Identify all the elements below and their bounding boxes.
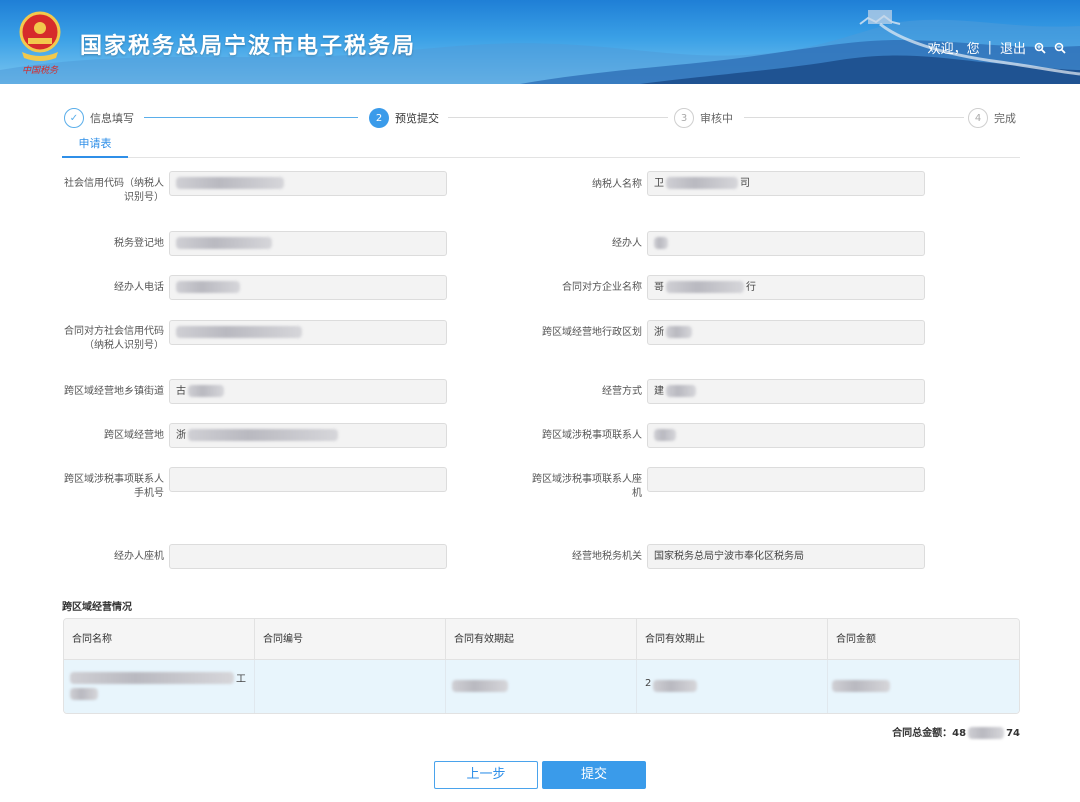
handler-label: 经办人 bbox=[612, 238, 642, 249]
tax-office-field[interactable]: 国家税务总局宁波市奉化区税务局 bbox=[647, 544, 925, 569]
tax-contact-landline-field[interactable] bbox=[647, 467, 925, 492]
col-contract-amount: 合同金额 bbox=[836, 634, 876, 645]
counterparty-name-prefix: 哥 bbox=[654, 282, 664, 293]
taxpayer-name-prefix: 卫 bbox=[654, 178, 664, 189]
handler-landline-field[interactable] bbox=[169, 544, 447, 569]
business-mode-field[interactable]: 建 bbox=[647, 379, 925, 404]
contracts-table: 合同名称 合同编号 合同有效期起 合同有效期止 合同金额 工 2 bbox=[63, 618, 1020, 714]
site-title: 国家税务总局宁波市电子税务局 bbox=[80, 34, 417, 59]
step-1-label: 信息填写 bbox=[90, 112, 134, 125]
credit-code-label: 社会信用代码（纳税人识别号） bbox=[64, 178, 164, 203]
tax-contact-mobile-label: 跨区域涉税事项联系人手机号 bbox=[64, 474, 164, 499]
handler-phone-label: 经办人电话 bbox=[114, 282, 164, 293]
tax-contact-mobile-field[interactable] bbox=[169, 467, 447, 492]
handler-landline-label: 经办人座机 bbox=[114, 551, 164, 562]
progress-steps: ✓ 信息填写 2 预览提交 3 审核中 4 完成 bbox=[62, 106, 1022, 130]
col-contract-number: 合同编号 bbox=[255, 619, 446, 660]
step-3-label: 审核中 bbox=[700, 112, 733, 125]
cross-region-admin-prefix: 浙 bbox=[654, 327, 664, 338]
contract-total-label: 合同总金额： bbox=[892, 728, 953, 739]
zoom-out-icon[interactable] bbox=[1054, 42, 1066, 54]
business-mode-label: 经营方式 bbox=[602, 386, 642, 397]
header-links: 欢迎，您 | 退出 bbox=[928, 38, 1066, 57]
zoom-in-icon[interactable] bbox=[1034, 42, 1046, 54]
col-contract-name: 合同名称 bbox=[64, 619, 255, 660]
taxpayer-name-field[interactable]: 卫司 bbox=[647, 171, 925, 196]
previous-step-button[interactable]: 上一步 bbox=[434, 761, 538, 789]
tax-office-label: 经营地税务机关 bbox=[572, 551, 642, 562]
contract-total-suffix: 74 bbox=[1006, 728, 1020, 739]
step-4-number: 4 bbox=[968, 108, 988, 128]
cross-region-section-title: 跨区域经营情况 bbox=[62, 602, 132, 613]
tax-contact-field[interactable] bbox=[647, 423, 925, 448]
taxpayer-name-label: 纳税人名称 bbox=[592, 179, 642, 190]
credit-code-field[interactable] bbox=[169, 171, 447, 196]
step-1-check-icon: ✓ bbox=[64, 108, 84, 128]
svg-text:中国税务: 中国税务 bbox=[22, 65, 59, 76]
tax-contact-landline-label: 跨区域涉税事项联系人座机 bbox=[532, 474, 642, 499]
step-connector-3 bbox=[744, 117, 964, 118]
cell-contract-start bbox=[446, 660, 637, 713]
step-connector-2 bbox=[448, 117, 668, 118]
welcome-text: 欢迎，您 bbox=[927, 42, 980, 57]
cross-region-place-prefix: 浙 bbox=[176, 430, 186, 441]
col-contract-end: 合同有效期止 bbox=[637, 619, 828, 660]
cross-region-admin-field[interactable]: 浙 bbox=[647, 320, 925, 345]
cross-region-street-label: 跨区域经营地乡镇街道 bbox=[64, 386, 164, 397]
tab-application-form[interactable]: 申请表 bbox=[62, 136, 128, 158]
site-header: 中国税务 国家税务总局宁波市电子税务局 欢迎，您 | 退出 bbox=[0, 0, 1080, 84]
cross-region-admin-label: 跨区域经营地行政区划 bbox=[542, 327, 642, 338]
col-contract-start: 合同有效期起 bbox=[446, 619, 637, 660]
cross-region-street-field[interactable]: 古 bbox=[169, 379, 447, 404]
handler-phone-field[interactable] bbox=[169, 275, 447, 300]
step-connector-1 bbox=[144, 117, 358, 118]
counterparty-code-field[interactable] bbox=[169, 320, 447, 345]
business-mode-prefix: 建 bbox=[654, 386, 664, 397]
step-2-number: 2 bbox=[369, 108, 389, 128]
contract-total-prefix: 48 bbox=[952, 728, 967, 739]
contract-end-prefix: 2 bbox=[645, 678, 652, 689]
cross-region-place-label: 跨区域经营地 bbox=[104, 430, 164, 441]
handler-field[interactable] bbox=[647, 231, 925, 256]
cell-contract-end: 2 bbox=[637, 660, 828, 713]
submit-button[interactable]: 提交 bbox=[542, 761, 646, 789]
tax-contact-label: 跨区域涉税事项联系人 bbox=[542, 430, 642, 441]
contract-name-suffix: 工 bbox=[236, 674, 246, 685]
logout-link[interactable]: 退出 bbox=[1000, 38, 1026, 57]
counterparty-name-label: 合同对方企业名称 bbox=[562, 282, 642, 293]
cross-region-place-field[interactable]: 浙 bbox=[169, 423, 447, 448]
counterparty-code-label: 合同对方社会信用代码（纳税人识别号） bbox=[64, 326, 164, 351]
counterparty-name-field[interactable]: 哥行 bbox=[647, 275, 925, 300]
contracts-table-header: 合同名称 合同编号 合同有效期起 合同有效期止 合同金额 bbox=[64, 619, 1019, 660]
tax-emblem-logo: 中国税务 bbox=[19, 11, 61, 76]
table-row[interactable]: 工 2 bbox=[64, 660, 1019, 713]
step-3-number: 3 bbox=[674, 108, 694, 128]
contract-total: 合同总金额：48 74 bbox=[892, 724, 1020, 739]
cell-contract-number bbox=[255, 660, 446, 713]
cross-region-street-prefix: 古 bbox=[176, 386, 186, 397]
step-4-label: 完成 bbox=[994, 112, 1016, 125]
tax-reg-place-field[interactable] bbox=[169, 231, 447, 256]
counterparty-name-suffix: 行 bbox=[746, 282, 756, 293]
taxpayer-name-suffix: 司 bbox=[740, 178, 750, 189]
tax-reg-place-label: 税务登记地 bbox=[114, 238, 164, 249]
header-separator: | bbox=[987, 40, 992, 55]
tab-bar: 申请表 bbox=[62, 136, 1020, 158]
cell-contract-name: 工 bbox=[64, 660, 255, 713]
cell-contract-amount bbox=[828, 660, 1019, 713]
step-2-label: 预览提交 bbox=[395, 112, 439, 125]
